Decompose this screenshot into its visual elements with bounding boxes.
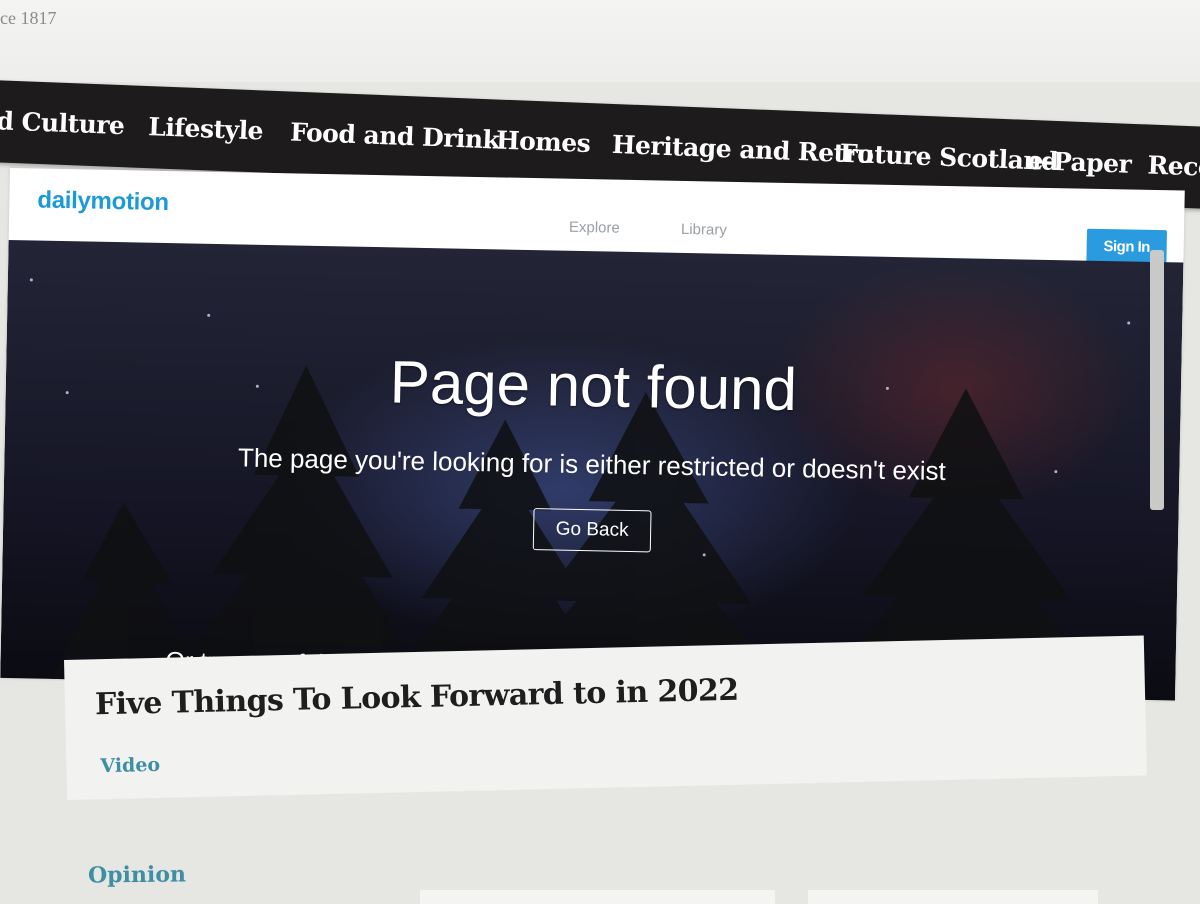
star	[207, 313, 211, 317]
nav-item-future-scotland[interactable]: Future Scotland	[839, 139, 1058, 176]
article-card[interactable]: Five Things To Look Forward to in 2022 V…	[64, 635, 1147, 800]
nav-item-heritage-and-retro[interactable]: Heritage and Retro	[611, 130, 874, 169]
star	[1127, 321, 1131, 325]
nav-item-culture[interactable]: d Culture	[0, 106, 125, 140]
nav-item-e-paper[interactable]: e-Paper	[1027, 146, 1132, 179]
article-card-preview	[808, 890, 1098, 904]
dailymotion-embed: dailymotion Explore Library Sign In Page…	[0, 168, 1185, 701]
masthead-strip: ce 1817	[0, 0, 1200, 82]
nav-item-food-and-drink[interactable]: Food and Drink	[290, 118, 500, 155]
dailymotion-logo[interactable]: dailymotion	[37, 187, 169, 218]
star	[702, 553, 706, 557]
since-text: ce 1817	[0, 8, 57, 28]
error-hero: Page not found The page you're looking f…	[0, 239, 1184, 701]
dm-nav-library[interactable]: Library	[681, 221, 727, 239]
article-tag[interactable]: Video	[100, 754, 160, 777]
nav-item-reco[interactable]: Reco	[1147, 151, 1200, 183]
dm-nav-explore[interactable]: Explore	[569, 219, 620, 237]
section-heading-opinion[interactable]: Opinion	[88, 861, 186, 888]
go-back-button[interactable]: Go Back	[532, 508, 652, 553]
article-title[interactable]: Five Things To Look Forward to in 2022	[95, 673, 739, 723]
scrollbar-thumb[interactable]	[1150, 250, 1164, 510]
nav-item-lifestyle[interactable]: Lifestyle	[148, 112, 264, 145]
article-card-preview	[420, 890, 775, 904]
star	[29, 278, 33, 282]
nav-item-homes[interactable]: Homes	[496, 125, 591, 158]
